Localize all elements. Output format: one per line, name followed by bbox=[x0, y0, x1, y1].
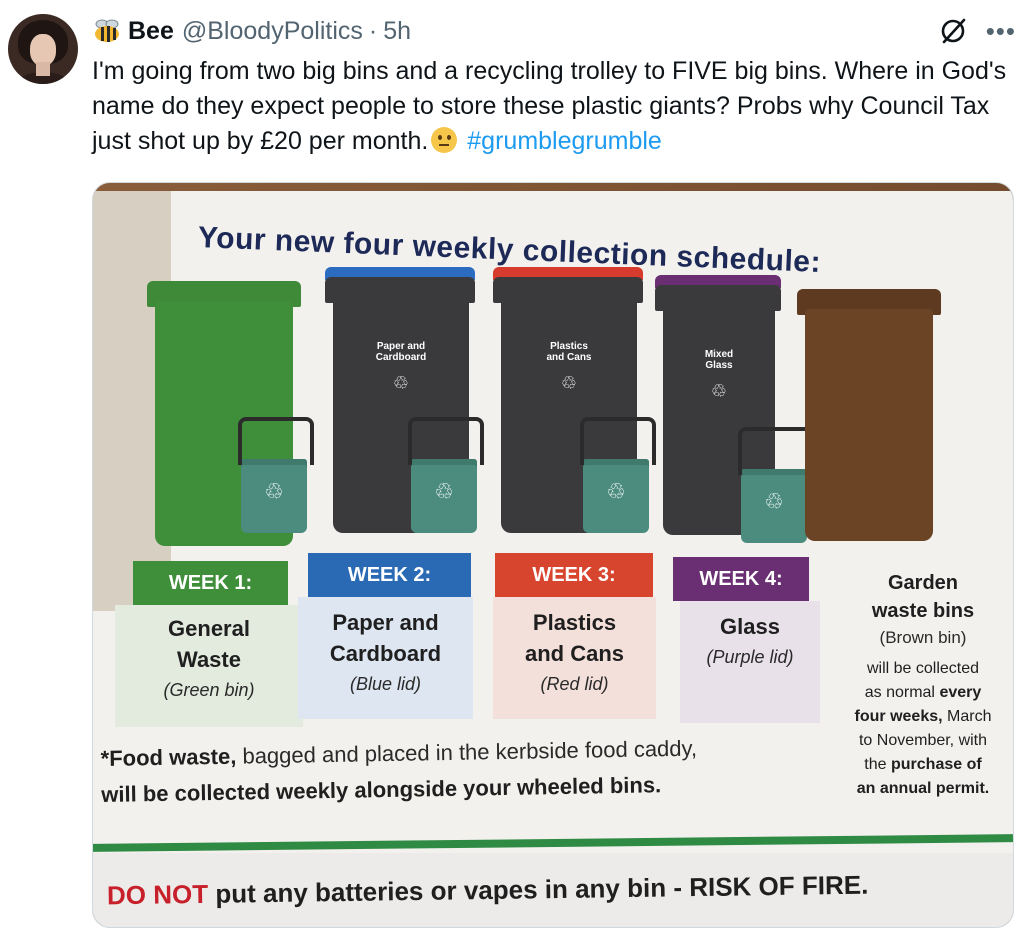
post-actions: ••• bbox=[938, 16, 1016, 46]
neutral-face-icon bbox=[431, 127, 458, 153]
fire-warning-text: DO NOT put any batteries or vapes in any… bbox=[106, 869, 869, 911]
week-4-box: Glass (Purple lid) bbox=[680, 601, 820, 723]
food-caddy-1: ♲ bbox=[238, 417, 314, 533]
food-caddy-4: ♲ bbox=[738, 427, 814, 543]
green-divider bbox=[93, 834, 1013, 852]
food-caddy-2: ♲ bbox=[408, 417, 484, 533]
post-image[interactable]: Your new four weekly collection schedule… bbox=[92, 182, 1014, 928]
week-2-header: WEEK 2: bbox=[308, 553, 471, 597]
week-3-header: WEEK 3: bbox=[495, 553, 653, 597]
avatar-neck bbox=[36, 62, 50, 76]
post-text: I'm going from two big bins and a recycl… bbox=[92, 54, 1012, 159]
author-display-name[interactable]: Bee bbox=[128, 17, 174, 46]
week-1-box: General Waste (Green bin) bbox=[115, 605, 303, 727]
more-icon[interactable]: ••• bbox=[986, 18, 1016, 44]
week-4-header: WEEK 4: bbox=[673, 557, 809, 601]
week-2-box: Paper and Cardboard (Blue lid) bbox=[298, 597, 473, 719]
avatar[interactable] bbox=[8, 14, 78, 84]
week-3-box: Plastics and Cans (Red lid) bbox=[493, 597, 656, 719]
separator-dot: · bbox=[368, 16, 378, 45]
garden-waste-note: Garden waste bins (Brown bin) will be co… bbox=[854, 572, 992, 797]
grok-icon[interactable] bbox=[938, 16, 968, 46]
fire-warning-bar: DO NOT put any batteries or vapes in any… bbox=[93, 853, 1013, 927]
author-handle[interactable]: @BloodyPolitics bbox=[182, 17, 363, 46]
hashtag-link[interactable]: #grumblegrumble bbox=[467, 127, 662, 155]
food-waste-note: *Food waste, bagged and placed in the ke… bbox=[100, 735, 698, 807]
post-timestamp[interactable]: 5h bbox=[383, 17, 411, 46]
week-1-header: WEEK 1: bbox=[133, 561, 288, 605]
post-header: Bee @BloodyPolitics · 5h bbox=[92, 14, 411, 48]
bee-icon bbox=[92, 18, 122, 44]
food-caddy-3: ♲ bbox=[580, 417, 656, 533]
collection-leaflet: Your new four weekly collection schedule… bbox=[93, 191, 1013, 927]
